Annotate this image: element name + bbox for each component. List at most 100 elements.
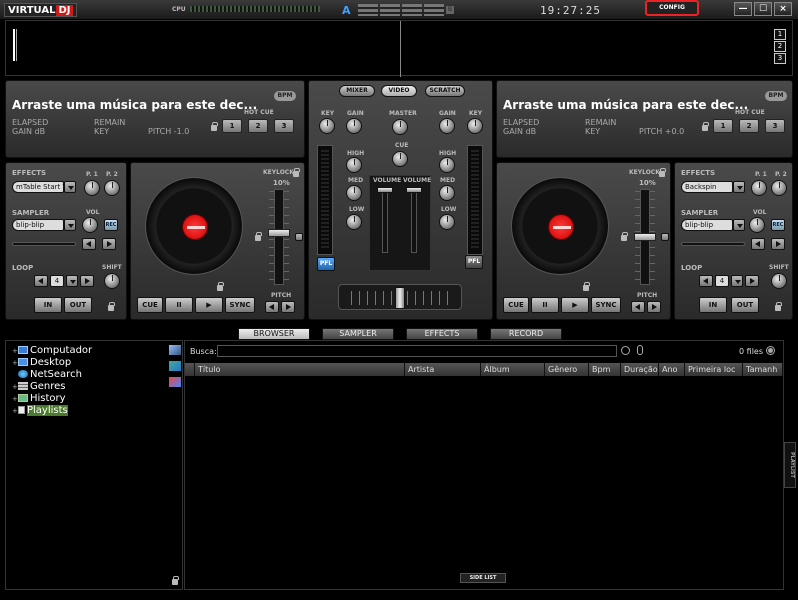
lock-icon[interactable] bbox=[108, 302, 115, 311]
effect-p1-knob[interactable] bbox=[751, 180, 767, 196]
low-left-knob[interactable] bbox=[346, 214, 362, 230]
pitch-reset-button[interactable] bbox=[295, 233, 303, 241]
chevron-down-icon[interactable] bbox=[64, 219, 76, 231]
loop-next-button[interactable] bbox=[80, 275, 94, 287]
effect-p1-knob[interactable] bbox=[84, 180, 100, 196]
microphone-icon[interactable] bbox=[637, 345, 643, 355]
zoom-button-3[interactable]: 3 bbox=[774, 53, 786, 64]
sync-button[interactable]: SYNC bbox=[591, 297, 621, 313]
sampler-vol-knob[interactable] bbox=[82, 217, 98, 233]
crossfader[interactable] bbox=[338, 284, 462, 310]
column-header-artist[interactable]: Artista bbox=[405, 363, 481, 376]
sampler-next-button[interactable] bbox=[771, 238, 785, 250]
med-left-knob[interactable] bbox=[346, 185, 362, 201]
filter-folder-icon[interactable] bbox=[169, 377, 181, 387]
loop-shift-knob[interactable] bbox=[771, 273, 787, 289]
tree-item-netsearch[interactable]: NetSearch bbox=[12, 369, 82, 381]
layout-bar-icon[interactable] bbox=[402, 4, 422, 16]
tab-video[interactable]: VIDEO bbox=[381, 85, 417, 97]
loop-out-button[interactable]: OUT bbox=[64, 297, 92, 313]
lock-icon[interactable] bbox=[702, 122, 709, 131]
chevron-down-icon[interactable] bbox=[733, 219, 745, 231]
chevron-down-icon[interactable] bbox=[64, 181, 76, 193]
column-header-album[interactable]: Álbum bbox=[481, 363, 545, 376]
bpm-badge[interactable]: BPM bbox=[765, 91, 787, 101]
pitch-slider-handle[interactable] bbox=[268, 229, 290, 237]
loop-shift-knob[interactable] bbox=[104, 273, 120, 289]
chevron-down-icon[interactable] bbox=[731, 275, 743, 287]
hot-cue-1-button[interactable]: 1 bbox=[713, 119, 733, 133]
volume-left-fader[interactable] bbox=[382, 187, 388, 253]
tree-item-history[interactable]: + History bbox=[12, 393, 66, 405]
master-knob[interactable] bbox=[392, 119, 408, 135]
tree-item-desktop[interactable]: + Desktop bbox=[12, 357, 71, 369]
search-input[interactable] bbox=[217, 345, 617, 357]
sync-button[interactable]: SYNC bbox=[225, 297, 255, 313]
pitch-bend-down-button[interactable] bbox=[265, 301, 279, 313]
crossfader-handle[interactable] bbox=[395, 287, 405, 309]
sampler-prev-button[interactable] bbox=[751, 238, 765, 250]
sampler-next-button[interactable] bbox=[102, 238, 116, 250]
keylock-icon[interactable] bbox=[659, 168, 666, 177]
key-left-knob[interactable] bbox=[319, 118, 335, 134]
lock-icon[interactable] bbox=[255, 232, 262, 241]
column-header-duration[interactable]: Duração bbox=[621, 363, 659, 376]
loop-in-button[interactable]: IN bbox=[34, 297, 62, 313]
pfl-left-button[interactable]: PFL bbox=[317, 257, 335, 271]
volume-right-handle[interactable] bbox=[406, 187, 422, 193]
loop-in-button[interactable]: IN bbox=[699, 297, 727, 313]
pause-button[interactable]: II bbox=[531, 297, 559, 313]
zoom-button-2[interactable]: 2 bbox=[774, 41, 786, 52]
column-header-genre[interactable]: Gênero bbox=[545, 363, 589, 376]
pitch-slider[interactable] bbox=[274, 189, 284, 285]
loop-prev-button[interactable] bbox=[699, 275, 713, 287]
bpm-badge[interactable]: BPM bbox=[274, 91, 296, 101]
tab-sampler[interactable]: SAMPLER bbox=[322, 328, 394, 340]
column-header-first-seen[interactable]: Primeira loc bbox=[685, 363, 743, 376]
add-folder-icon[interactable] bbox=[169, 361, 181, 371]
pitch-slider-handle[interactable] bbox=[634, 233, 656, 241]
lock-icon[interactable] bbox=[583, 282, 590, 291]
column-header-year[interactable]: Ano bbox=[659, 363, 685, 376]
pause-button[interactable]: II bbox=[165, 297, 193, 313]
hot-cue-2-button[interactable]: 2 bbox=[248, 119, 268, 133]
sampler-rec-button[interactable]: REC bbox=[771, 219, 785, 231]
lock-icon[interactable] bbox=[172, 576, 179, 585]
effect-select[interactable]: mTable Start V bbox=[12, 181, 64, 193]
effect-p2-knob[interactable] bbox=[771, 180, 787, 196]
side-list-button[interactable]: SIDE LIST bbox=[460, 573, 506, 583]
deck-mode-a[interactable]: A bbox=[342, 4, 351, 17]
tree-item-computer[interactable]: + Computador bbox=[12, 345, 92, 357]
play-button[interactable]: ▶ bbox=[561, 297, 589, 313]
pitch-bend-up-button[interactable] bbox=[281, 301, 295, 313]
minimize-button[interactable]: — bbox=[734, 2, 752, 16]
network-icon[interactable] bbox=[169, 345, 181, 355]
play-button[interactable]: ▶ bbox=[195, 297, 223, 313]
sampler-select[interactable]: blip-blip bbox=[681, 219, 733, 231]
gain-right-knob[interactable] bbox=[439, 118, 455, 134]
cue-mix-knob[interactable] bbox=[392, 151, 408, 167]
hot-cue-1-button[interactable]: 1 bbox=[222, 119, 242, 133]
zoom-button-1[interactable]: 1 bbox=[774, 29, 786, 40]
tab-scratch[interactable]: SCRATCH bbox=[425, 85, 465, 97]
hot-cue-3-button[interactable]: 3 bbox=[274, 119, 294, 133]
loop-prev-button[interactable] bbox=[34, 275, 48, 287]
view-options-icon[interactable] bbox=[766, 346, 775, 355]
tab-browser[interactable]: BROWSER bbox=[238, 328, 310, 340]
search-options-icon[interactable] bbox=[621, 346, 630, 355]
layout-bar-icon[interactable] bbox=[358, 4, 378, 16]
gain-left-knob[interactable] bbox=[346, 118, 362, 134]
hot-cue-2-button[interactable]: 2 bbox=[739, 119, 759, 133]
column-header-title[interactable]: Título bbox=[195, 363, 405, 376]
loop-out-button[interactable]: OUT bbox=[731, 297, 759, 313]
high-right-knob[interactable] bbox=[439, 157, 455, 173]
effect-select[interactable]: Backspin bbox=[681, 181, 733, 193]
column-header-bpm[interactable]: Bpm bbox=[589, 363, 621, 376]
volume-left-handle[interactable] bbox=[377, 187, 393, 193]
layout-bar-icon[interactable] bbox=[424, 4, 444, 16]
pitch-bend-up-button[interactable] bbox=[647, 301, 661, 313]
high-left-knob[interactable] bbox=[346, 157, 362, 173]
chevron-down-icon[interactable] bbox=[66, 275, 78, 287]
close-button[interactable]: × bbox=[774, 2, 792, 16]
pitch-bend-down-button[interactable] bbox=[631, 301, 645, 313]
